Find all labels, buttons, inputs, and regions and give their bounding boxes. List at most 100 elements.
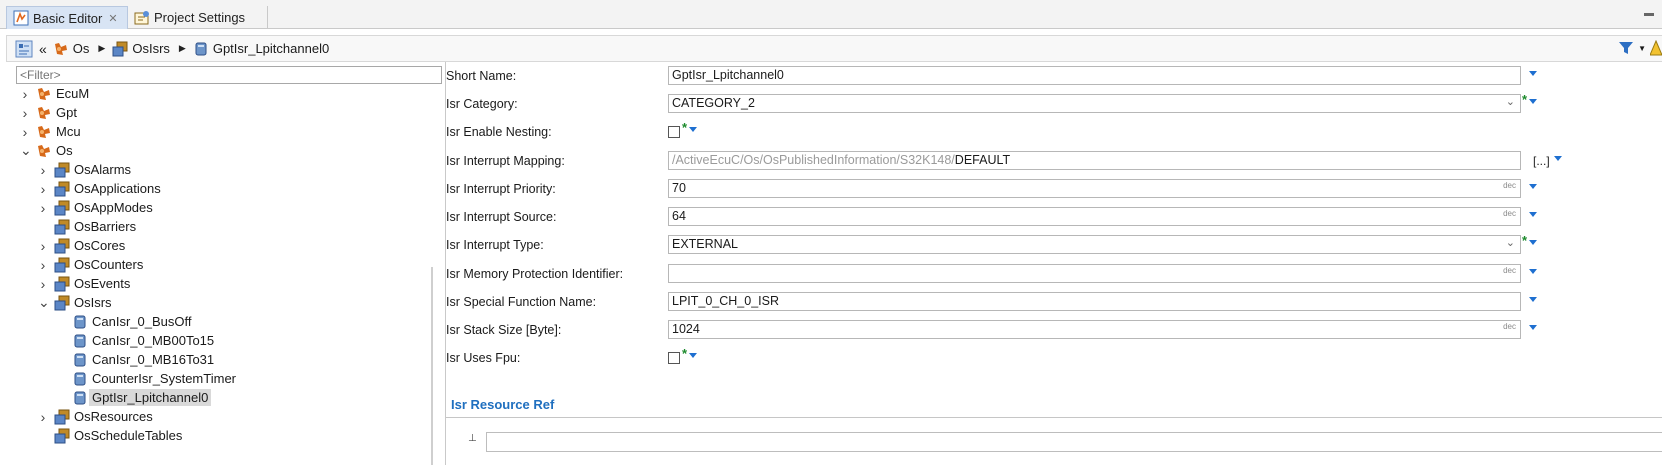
tree-toggle-icon[interactable] bbox=[15, 40, 33, 58]
field-menu-icon[interactable] bbox=[1529, 297, 1537, 302]
tree-scrollbar[interactable] bbox=[431, 267, 433, 465]
breadcrumb-separator-icon[interactable]: ▶ bbox=[98, 43, 105, 54]
field-label: Isr Uses Fpu: bbox=[446, 351, 521, 365]
tree-item[interactable]: › EcuM bbox=[20, 84, 90, 103]
tree-item[interactable]: CanIsr_0_BusOff bbox=[56, 312, 191, 331]
derived-value-icon: * bbox=[1522, 233, 1528, 248]
field-menu-icon[interactable] bbox=[689, 353, 697, 358]
field-menu-icon[interactable] bbox=[689, 127, 697, 132]
form-row: Isr Memory Protection Identifier: dec bbox=[446, 262, 1662, 284]
browse-reference-button[interactable]: [...] bbox=[1533, 154, 1550, 168]
minimize-maximize-icon[interactable]: ▬ bbox=[1644, 8, 1656, 19]
chevron-down-icon[interactable]: ⌄ bbox=[1506, 236, 1515, 249]
collapsed-chevron-icon[interactable]: › bbox=[38, 238, 48, 254]
field-value: 1024 bbox=[672, 322, 700, 336]
field-menu-icon[interactable] bbox=[1554, 156, 1562, 161]
form-row: Isr Category: CATEGORY_2 ⌄ * bbox=[446, 92, 1662, 114]
tree-item[interactable]: › OsEvents bbox=[38, 274, 131, 293]
unit-label: dec bbox=[1503, 209, 1516, 218]
field-value: 70 bbox=[672, 181, 686, 195]
tree-item[interactable]: OsBarriers bbox=[38, 217, 136, 236]
field-menu-icon[interactable] bbox=[1529, 71, 1537, 76]
field-label: Isr Interrupt Priority: bbox=[446, 182, 556, 196]
tree-item[interactable]: CanIsr_0_MB00To15 bbox=[56, 331, 214, 350]
tree-item[interactable]: › OsAppModes bbox=[38, 198, 153, 217]
expanded-chevron-icon[interactable]: ⌄ bbox=[20, 142, 32, 159]
resource-ref-table[interactable] bbox=[486, 432, 1662, 452]
module-icon bbox=[38, 125, 50, 138]
tree-item-label: GptIsr_Lpitchannel0 bbox=[89, 389, 212, 406]
tree-item[interactable]: › Mcu bbox=[20, 122, 81, 141]
breadcrumb-toolbar: ▼ bbox=[1618, 40, 1662, 56]
tree-item[interactable]: ⌄ Os bbox=[20, 141, 73, 160]
section-title[interactable]: Isr Resource Ref bbox=[451, 397, 554, 412]
tree-item[interactable]: › OsCounters bbox=[38, 255, 144, 274]
field-label: Isr Enable Nesting: bbox=[446, 125, 552, 139]
breadcrumb-item-os[interactable]: Os bbox=[53, 41, 89, 57]
tree-item[interactable]: GptIsr_Lpitchannel0 bbox=[56, 388, 212, 407]
tree-item[interactable]: › OsAlarms bbox=[38, 160, 131, 179]
module-icon bbox=[38, 87, 50, 100]
collapsed-chevron-icon[interactable]: › bbox=[38, 276, 48, 292]
warning-icon[interactable] bbox=[1650, 40, 1662, 56]
tree-item[interactable]: › OsCores bbox=[38, 236, 126, 255]
field-input[interactable]: dec bbox=[668, 264, 1521, 283]
breadcrumb: « Os ▶ OsIsrs ▶ GptIsr_Lpitchannel0 ▼ bbox=[6, 35, 1662, 62]
field-value: DEFAULT bbox=[954, 153, 1011, 167]
field-menu-icon[interactable] bbox=[1529, 99, 1537, 104]
breadcrumb-item-osisrs[interactable]: OsIsrs bbox=[112, 41, 170, 57]
tree-item[interactable]: › OsResources bbox=[38, 407, 153, 426]
tab-basic-editor[interactable]: Basic Editor ✕ bbox=[6, 6, 128, 29]
field-combo[interactable]: EXTERNAL ⌄ bbox=[668, 235, 1521, 254]
filter-dropdown-icon[interactable]: ▼ bbox=[1638, 44, 1646, 53]
breadcrumb-item-gptisr[interactable]: GptIsr_Lpitchannel0 bbox=[193, 41, 329, 57]
field-checkbox[interactable] bbox=[668, 352, 680, 364]
collapsed-chevron-icon[interactable]: › bbox=[38, 257, 48, 273]
tree-item-label: OsResources bbox=[74, 409, 153, 424]
field-menu-icon[interactable] bbox=[1529, 212, 1537, 217]
field-label: Isr Interrupt Source: bbox=[446, 210, 557, 224]
container-icon bbox=[54, 238, 70, 253]
close-icon[interactable]: ✕ bbox=[108, 12, 117, 25]
tree-item[interactable]: CanIsr_0_MB16To31 bbox=[56, 350, 214, 369]
field-value: LPIT_0_CH_0_ISR bbox=[672, 294, 780, 308]
instance-icon bbox=[74, 391, 86, 404]
breadcrumb-separator-icon[interactable]: ▶ bbox=[179, 43, 186, 54]
field-menu-icon[interactable] bbox=[1529, 184, 1537, 189]
field-input[interactable]: 70 dec bbox=[668, 179, 1521, 198]
tree-item[interactable]: › OsApplications bbox=[38, 179, 161, 198]
field-label: Isr Memory Protection Identifier: bbox=[446, 267, 624, 281]
field-input[interactable]: /ActiveEcuC/Os/OsPublishedInformation/S3… bbox=[668, 151, 1521, 170]
filter-icon[interactable] bbox=[1618, 40, 1634, 56]
tree-item[interactable]: CounterIsr_SystemTimer bbox=[56, 369, 236, 388]
field-input[interactable]: 1024 dec bbox=[668, 320, 1521, 339]
field-input[interactable]: 64 dec bbox=[668, 207, 1521, 226]
resource-ref-icon: ⊥ bbox=[468, 433, 477, 444]
field-checkbox[interactable] bbox=[668, 126, 680, 138]
field-menu-icon[interactable] bbox=[1529, 325, 1537, 330]
tree-item[interactable]: › Gpt bbox=[20, 103, 77, 122]
field-value: 64 bbox=[672, 209, 686, 223]
collapsed-chevron-icon[interactable]: › bbox=[20, 105, 30, 121]
tree-filter-input[interactable] bbox=[16, 66, 442, 84]
field-input[interactable]: LPIT_0_CH_0_ISR bbox=[668, 292, 1521, 311]
field-combo[interactable]: CATEGORY_2 ⌄ bbox=[668, 94, 1521, 113]
field-menu-icon[interactable] bbox=[1529, 240, 1537, 245]
field-menu-icon[interactable] bbox=[1529, 269, 1537, 274]
collapsed-chevron-icon[interactable]: › bbox=[38, 409, 48, 425]
tree-item[interactable]: ⌄ OsIsrs bbox=[38, 293, 112, 312]
tree-item-label: CounterIsr_SystemTimer bbox=[92, 371, 236, 386]
back-history-icon[interactable]: « bbox=[39, 41, 47, 57]
tab-project-settings[interactable]: Project Settings bbox=[128, 6, 268, 29]
collapsed-chevron-icon[interactable]: › bbox=[20, 86, 30, 102]
container-icon bbox=[54, 428, 70, 443]
tree-item[interactable]: OsScheduleTables bbox=[38, 426, 182, 445]
collapsed-chevron-icon[interactable]: › bbox=[38, 162, 48, 178]
form-row: Short Name: GptIsr_Lpitchannel0 bbox=[446, 64, 1662, 86]
field-input[interactable]: GptIsr_Lpitchannel0 bbox=[668, 66, 1521, 85]
collapsed-chevron-icon[interactable]: › bbox=[38, 200, 48, 216]
chevron-down-icon[interactable]: ⌄ bbox=[1506, 95, 1515, 108]
expanded-chevron-icon[interactable]: ⌄ bbox=[38, 294, 50, 311]
collapsed-chevron-icon[interactable]: › bbox=[38, 181, 48, 197]
collapsed-chevron-icon[interactable]: › bbox=[20, 124, 30, 140]
